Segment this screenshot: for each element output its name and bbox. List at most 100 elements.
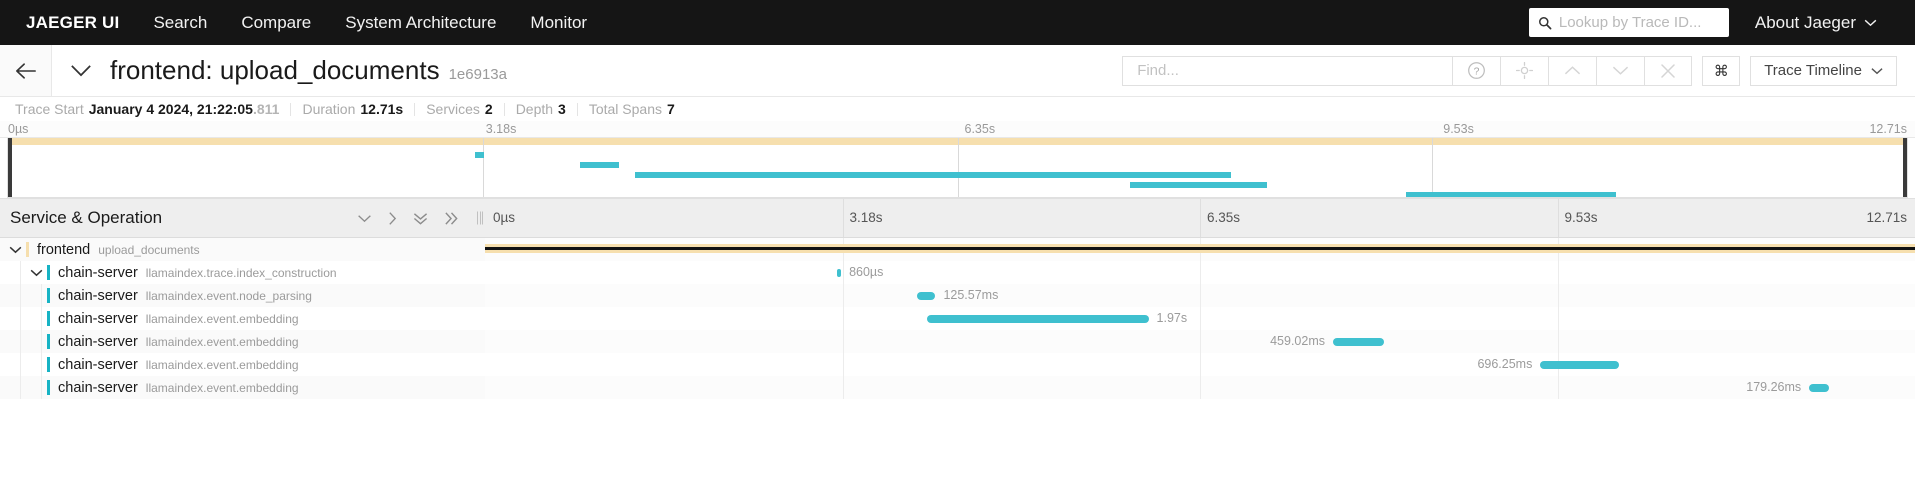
indent-guide [41, 376, 42, 399]
span-row[interactable]: chain-server llamaindex.event.embedding 45… [0, 330, 1915, 353]
span-row-timeline[interactable]: 459.02ms [485, 330, 1915, 353]
service-color-swatch [26, 242, 29, 257]
minimap-gridline [482, 138, 484, 197]
timeline-header-gridline [1200, 199, 1201, 237]
span-operation-name: llamaindex.event.embedding [145, 334, 299, 349]
indent-guide [20, 330, 21, 353]
span-row-label[interactable]: frontend upload_documents [0, 238, 485, 261]
chevron-down-icon [1864, 19, 1877, 27]
timeline-gridline [842, 307, 844, 330]
meta-services-value: 2 [484, 101, 493, 117]
service-operation-header: Service & Operation [0, 199, 485, 237]
minimap-drag-handle-right[interactable] [1903, 138, 1907, 197]
span-duration-bar[interactable] [926, 315, 1149, 323]
minimap-span-bar [634, 172, 1231, 178]
span-row[interactable]: chain-server llamaindex.event.embedding 69… [0, 353, 1915, 376]
chevron-down-icon[interactable] [355, 212, 374, 225]
timeline-tick-label: 3.18s [849, 210, 883, 225]
find-input[interactable] [1137, 62, 1453, 79]
timeline-gridline [1200, 284, 1201, 307]
span-duration-bar[interactable] [485, 244, 1915, 253]
service-color-swatch [47, 334, 50, 349]
nav-link-system-architecture[interactable]: System Architecture [345, 13, 496, 33]
timeline-header-gridline [842, 199, 844, 237]
span-row[interactable]: chain-server llamaindex.event.embedding 1.… [0, 307, 1915, 330]
search-icon [1538, 16, 1552, 30]
indent-guide [41, 284, 42, 307]
double-chevron-right-icon[interactable] [442, 209, 461, 228]
view-mode-select[interactable]: Trace Timeline [1750, 55, 1897, 86]
keyboard-shortcuts-button[interactable]: ⌘ [1702, 55, 1741, 86]
indent-guide [41, 353, 42, 376]
nav-link-compare[interactable]: Compare [241, 13, 311, 33]
prev-match-button[interactable] [1548, 55, 1597, 86]
span-duration-label: 696.25ms [1477, 357, 1533, 371]
meta-trace-start-value: January 4 2024, 21:22:05.811 [89, 101, 280, 117]
about-jaeger-menu[interactable]: About Jaeger [1755, 13, 1877, 33]
span-row-label[interactable]: chain-server llamaindex.event.embedding [0, 353, 485, 376]
span-expand-caret[interactable] [5, 246, 26, 254]
span-row-timeline[interactable]: 860µs [485, 261, 1915, 284]
span-row-timeline[interactable]: 1.97s [485, 307, 1915, 330]
find-help-button[interactable]: ? [1452, 55, 1501, 86]
timeline-gridline [842, 261, 844, 284]
span-row-label[interactable]: chain-server llamaindex.event.embedding [0, 307, 485, 330]
span-row-timeline[interactable]: 125.57ms [485, 284, 1915, 307]
span-row[interactable]: chain-server llamaindex.event.embedding 17… [0, 376, 1915, 399]
span-duration-bar[interactable] [836, 269, 842, 277]
span-row-label[interactable]: chain-server llamaindex.trace.index_const… [0, 261, 485, 284]
double-chevron-down-icon[interactable] [411, 209, 430, 228]
span-duration-label: 179.26ms [1746, 380, 1802, 394]
focus-matches-button[interactable] [1500, 55, 1549, 86]
minimap-viewport[interactable] [7, 138, 1908, 198]
clear-search-button[interactable] [1644, 55, 1693, 86]
next-match-button[interactable] [1596, 55, 1645, 86]
span-row[interactable]: chain-server llamaindex.event.node_parsin… [0, 284, 1915, 307]
trace-meta-bar: Trace Start January 4 2024, 21:22:05.811… [0, 97, 1915, 121]
span-duration-bar[interactable] [1540, 361, 1619, 369]
collapse-detail-caret-icon[interactable] [70, 64, 92, 77]
timeline-gridline [1200, 261, 1201, 284]
span-row[interactable]: chain-server llamaindex.trace.index_const… [0, 261, 1915, 284]
span-duration-bar[interactable] [916, 292, 936, 300]
span-row-label[interactable]: chain-server llamaindex.event.embedding [0, 376, 485, 399]
minimap-drag-handle-left[interactable] [8, 138, 12, 197]
minimap-gridline [957, 138, 959, 197]
timeline-axis-header[interactable]: 0µs 3.18s 6.35s 9.53s 12.71s [485, 199, 1915, 237]
span-row-label[interactable]: chain-server llamaindex.event.embedding [0, 330, 485, 353]
timeline-gridline [842, 284, 844, 307]
span-row-timeline[interactable]: 179.26ms [485, 376, 1915, 399]
nav-link-search[interactable]: Search [153, 13, 207, 33]
span-duration-bar[interactable] [1809, 384, 1830, 392]
svg-text:?: ? [1474, 66, 1480, 77]
page-title: frontend: upload_documents 1e6913a [110, 55, 507, 86]
column-resize-handle[interactable] [477, 211, 483, 225]
timeline-gridline [1557, 307, 1559, 330]
expand-collapse-controls [355, 209, 461, 228]
chevron-down-icon [1871, 67, 1883, 75]
minimap-span-bar [1130, 182, 1268, 188]
span-row-timeline[interactable] [485, 238, 1915, 261]
span-operation-name: llamaindex.event.embedding [145, 357, 299, 372]
span-row[interactable]: frontend upload_documents [0, 238, 1915, 261]
span-duration-label: 125.57ms [943, 288, 999, 302]
timeline-tick-label: 0µs [493, 210, 516, 225]
chevron-right-icon[interactable] [386, 209, 399, 228]
back-button[interactable] [0, 45, 52, 96]
trace-minimap[interactable]: 0µs 3.18s 6.35s 9.53s 12.71s [0, 121, 1915, 198]
jaeger-logo[interactable]: JAEGER UI [26, 13, 119, 33]
nav-link-monitor[interactable]: Monitor [530, 13, 587, 33]
span-service-name: frontend [37, 241, 91, 258]
span-row-timeline[interactable]: 696.25ms [485, 353, 1915, 376]
span-operation-name: llamaindex.event.node_parsing [145, 288, 312, 303]
find-input-wrap[interactable] [1122, 55, 1453, 86]
span-duration-bar[interactable] [1332, 338, 1385, 346]
trace-id-lookup[interactable] [1528, 8, 1729, 37]
timeline-gridline [842, 376, 844, 399]
span-service-name: chain-server [58, 310, 138, 327]
timeline-gridline [1200, 353, 1201, 376]
span-expand-caret[interactable] [26, 269, 47, 277]
trace-id-input[interactable] [1558, 14, 1720, 31]
span-row-label[interactable]: chain-server llamaindex.event.node_parsin… [0, 284, 485, 307]
trace-name: frontend: upload_documents [110, 55, 440, 85]
